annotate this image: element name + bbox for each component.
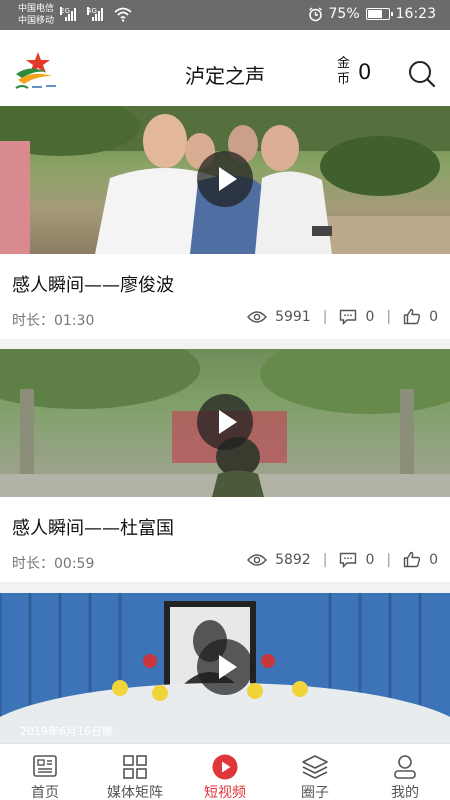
battery-icon <box>365 8 393 20</box>
likes-count: 0 <box>429 551 438 568</box>
status-right: 75% 16:23 <box>308 6 436 22</box>
carrier-1: 中国电信 <box>18 4 55 14</box>
app-header: 泸定之声 金币 0 <box>0 30 450 106</box>
nav-label: 首页 <box>31 785 59 800</box>
signal-1-icon: 2G <box>60 7 76 21</box>
video-meta: 时长：00:59 5892 | 0 | 0 <box>12 551 438 573</box>
nav-label: 短视频 <box>204 785 246 800</box>
comments-count: 0 <box>365 308 375 325</box>
video-thumbnail[interactable] <box>0 349 450 497</box>
person-icon <box>394 755 416 779</box>
status-time: 16:23 <box>395 6 436 22</box>
app-title: 泸定之声 <box>185 64 265 88</box>
video-meta: 时长：01:30 5991 | 0 | 0 <box>12 308 438 330</box>
video-thumbnail[interactable] <box>0 106 450 254</box>
layers-icon <box>302 755 328 779</box>
video-play-icon <box>212 754 238 780</box>
comment-icon[interactable] <box>339 552 357 568</box>
views-icon <box>247 553 268 566</box>
carrier-info: 中国电信 中国移动 <box>18 3 54 27</box>
like-icon[interactable] <box>403 308 421 325</box>
status-bar: 中国电信 中国移动 2G 4G 75% 16:23 <box>0 0 450 30</box>
nav-circle[interactable]: 圈子 <box>270 744 360 800</box>
search-icon[interactable] <box>408 60 436 88</box>
play-button[interactable] <box>197 639 253 695</box>
carrier-2: 中国移动 <box>18 16 55 26</box>
app-screen: 中国电信 中国移动 2G 4G 75% 16:23 泸定之声 金币 0 感人瞬间… <box>0 0 450 800</box>
nav-label: 我的 <box>391 785 419 800</box>
coin-value: 0 <box>358 60 372 84</box>
video-title[interactable]: 感人瞬间——廖俊波 <box>12 271 174 297</box>
views-icon <box>247 310 268 323</box>
video-thumbnail[interactable]: 2019年6月16日晚 <box>0 593 450 743</box>
video-duration: 时长：00:59 <box>12 556 95 572</box>
video-card[interactable]: 感人瞬间——杜富国 时长：00:59 5892 | 0 | 0 <box>0 349 450 582</box>
play-button[interactable] <box>197 151 253 207</box>
battery-fill <box>367 10 382 18</box>
likes-count: 0 <box>429 308 438 325</box>
play-button[interactable] <box>197 394 253 450</box>
grid-icon <box>123 755 147 779</box>
home-icon <box>33 755 57 777</box>
views-count: 5892 <box>275 551 311 568</box>
alarm-icon <box>308 6 322 21</box>
views-count: 5991 <box>275 308 311 325</box>
stats-divider: | <box>386 551 392 568</box>
wifi-icon <box>114 7 132 22</box>
video-title[interactable]: 感人瞬间——杜富国 <box>12 514 174 540</box>
video-card[interactable]: 感人瞬间——廖俊波 时长：01:30 5991 | 0 | 0 <box>0 106 450 339</box>
video-card[interactable]: 2019年6月16日晚 <box>0 593 450 743</box>
bottom-nav: 首页 媒体矩阵 短视频 圈子 我的 <box>0 743 450 800</box>
coin-label: 金币 <box>337 56 351 87</box>
nav-media-matrix[interactable]: 媒体矩阵 <box>90 744 180 800</box>
comment-icon[interactable] <box>339 309 357 325</box>
nav-short-video[interactable]: 短视频 <box>180 744 270 800</box>
video-duration: 时长：01:30 <box>12 313 95 329</box>
video-stats: 5892 | 0 | 0 <box>247 551 438 568</box>
stats-divider: | <box>322 551 328 568</box>
nav-label: 媒体矩阵 <box>107 785 163 800</box>
coin-balance[interactable]: 金币 0 <box>337 56 371 88</box>
signal-2-icon: 4G <box>87 7 103 21</box>
video-stats: 5991 | 0 | 0 <box>247 308 438 325</box>
stats-divider: | <box>386 308 392 325</box>
stats-divider: | <box>322 308 328 325</box>
nav-home[interactable]: 首页 <box>0 744 90 800</box>
nav-label: 圈子 <box>301 785 329 800</box>
date-stamp: 2019年6月16日晚 <box>20 725 113 738</box>
comments-count: 0 <box>365 551 375 568</box>
nav-profile[interactable]: 我的 <box>360 744 450 800</box>
battery-percent: 75% <box>328 6 360 22</box>
like-icon[interactable] <box>403 551 421 568</box>
